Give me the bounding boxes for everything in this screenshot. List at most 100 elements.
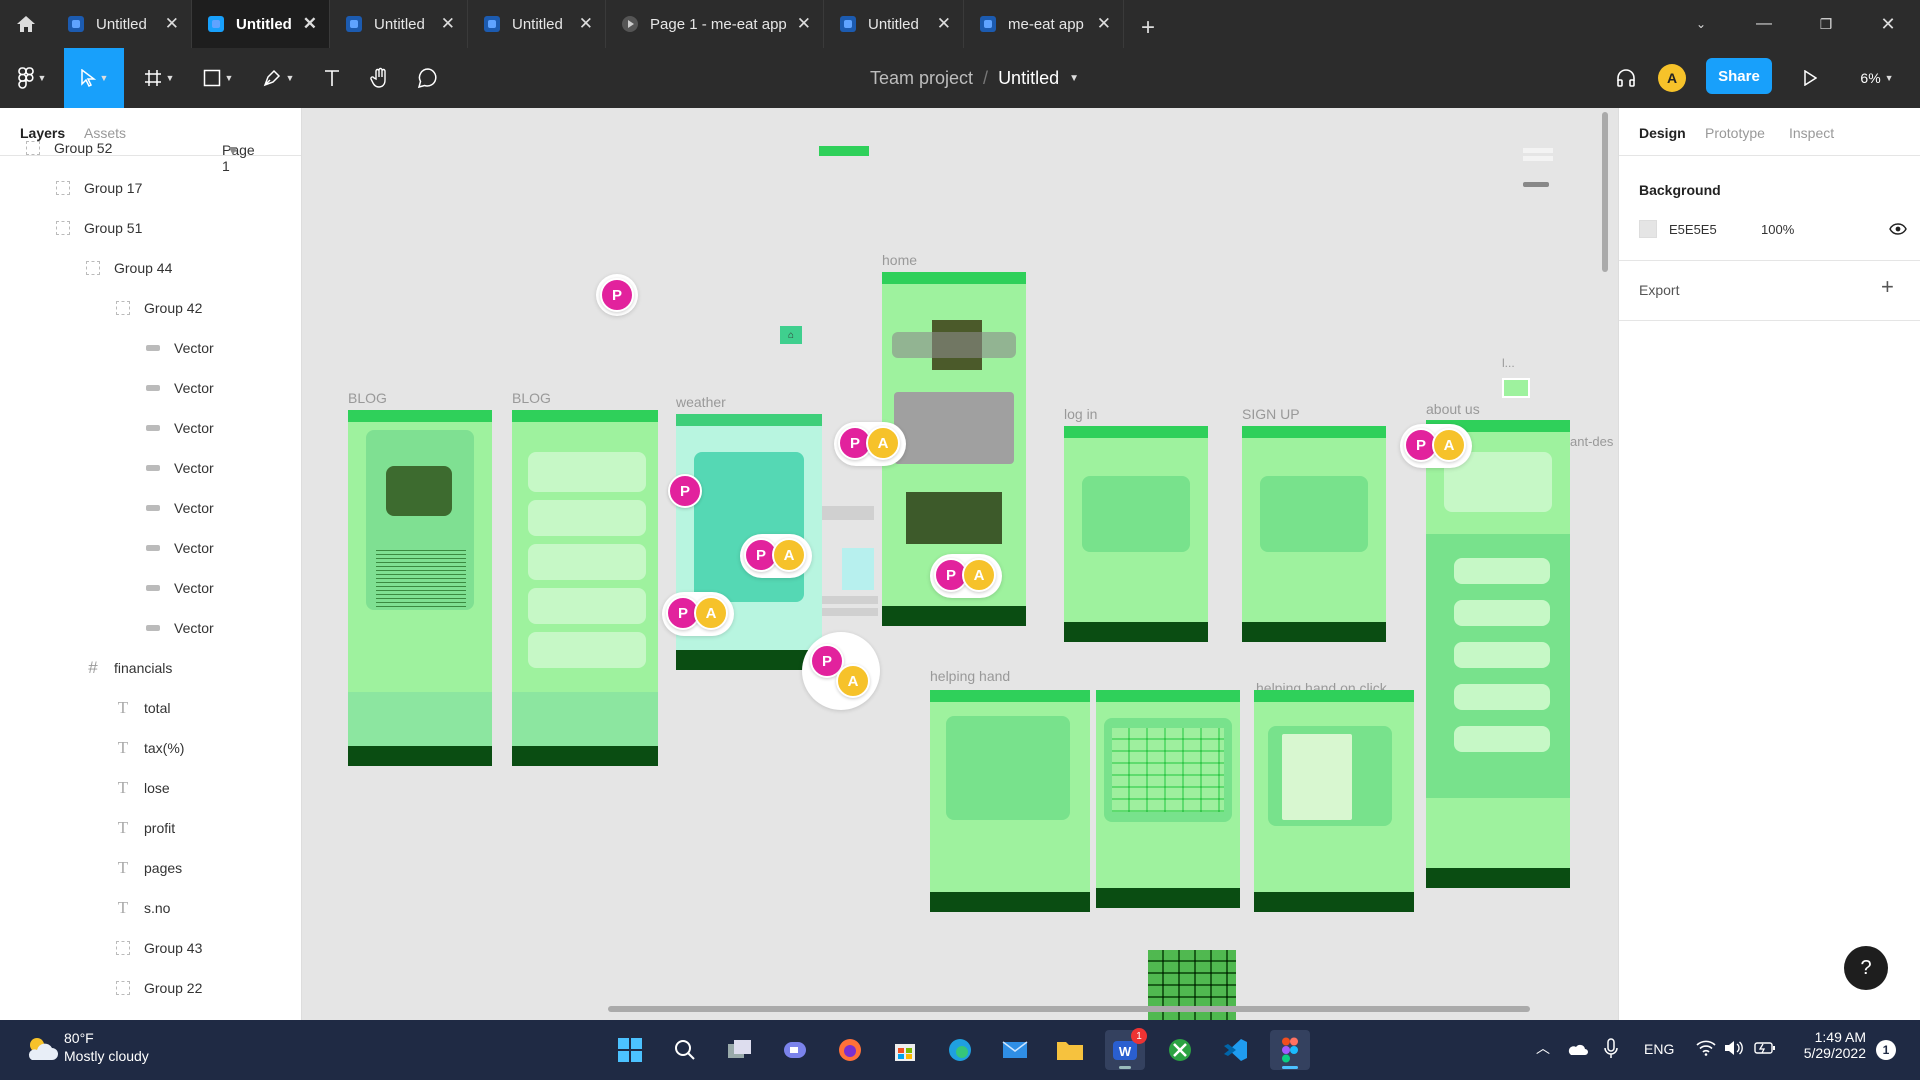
background-hex[interactable]: E5E5E5 — [1669, 222, 1761, 237]
store-button[interactable] — [885, 1030, 925, 1070]
helping-hand-click-frame[interactable] — [1254, 690, 1414, 912]
zoom-menu[interactable]: 6% ▼ — [1852, 48, 1902, 108]
frame-label-about[interactable]: about us — [1426, 401, 1480, 417]
teams-chat-button[interactable] — [775, 1030, 815, 1070]
tab-2[interactable]: Untitled ✕ — [192, 0, 330, 48]
layer-row[interactable]: Vector — [0, 528, 300, 568]
canvas-element[interactable] — [822, 506, 874, 520]
vertical-scrollbar[interactable] — [1602, 112, 1608, 272]
background-fill-row[interactable]: E5E5E5 100% — [1639, 220, 1907, 238]
task-view-button[interactable] — [720, 1030, 760, 1070]
layer-row[interactable]: Tprofit — [0, 808, 300, 848]
close-tab-icon[interactable]: ✕ — [165, 14, 179, 34]
file-name[interactable]: Untitled — [998, 68, 1059, 89]
tab-1[interactable]: Untitled ✕ — [52, 0, 192, 48]
home-button[interactable] — [0, 0, 52, 48]
wordweb-button[interactable]: W 1 — [1105, 1028, 1147, 1070]
text-tool-button[interactable] — [312, 48, 352, 108]
help-button[interactable]: ? — [1844, 946, 1888, 990]
frame-label-home[interactable]: home — [882, 252, 917, 268]
main-menu-button[interactable]: ▼ — [10, 48, 54, 108]
layer-row[interactable]: Vector — [0, 368, 300, 408]
battery-icon[interactable] — [1754, 1040, 1776, 1056]
frame-tool-button[interactable]: ▼ — [134, 48, 184, 108]
layer-row[interactable]: Group 43 — [0, 928, 300, 968]
layer-row[interactable]: Vector — [0, 328, 300, 368]
financials-frame[interactable] — [1096, 690, 1240, 908]
chevron-down-icon[interactable]: ▼ — [1069, 73, 1079, 84]
blog-frame-2[interactable] — [512, 410, 658, 766]
file-explorer-button[interactable] — [1050, 1030, 1090, 1070]
frame-label-blog-2[interactable]: BLOG — [512, 390, 551, 406]
user-avatar-button[interactable]: A — [1655, 48, 1689, 108]
frame-label-login[interactable]: log in — [1064, 406, 1097, 422]
shape-tool-button[interactable]: ▼ — [193, 48, 243, 108]
onedrive-cloud-icon[interactable] — [1566, 1042, 1588, 1056]
layer-row[interactable]: # financials — [0, 648, 300, 688]
hand-tool-button[interactable] — [360, 48, 400, 108]
frame-label-blog-1[interactable]: BLOG — [348, 390, 387, 406]
present-button[interactable] — [1790, 48, 1830, 108]
layer-row[interactable]: Vector — [0, 608, 300, 648]
audio-chat-button[interactable] — [1606, 48, 1646, 108]
frame-label-ant[interactable]: ant-des — [1570, 434, 1613, 449]
background-opacity[interactable]: 100% — [1761, 222, 1794, 237]
weather-widget[interactable]: 80°F Mostly cloudy — [24, 1030, 149, 1065]
login-frame[interactable] — [1064, 426, 1208, 642]
canvas-element[interactable] — [822, 596, 878, 604]
tab-design[interactable]: Design — [1639, 125, 1686, 141]
clock[interactable]: 1:49 AM 5/29/2022 — [1790, 1029, 1866, 1061]
tab-prototype[interactable]: Prototype — [1705, 125, 1765, 141]
close-tab-icon[interactable]: ✕ — [937, 14, 951, 34]
helping-hand-frame[interactable] — [930, 690, 1090, 912]
layer-row[interactable]: Vector — [0, 488, 300, 528]
layer-row[interactable]: Group 51 — [0, 208, 300, 248]
frame-label-helping[interactable]: helping hand — [930, 668, 1010, 684]
file-title[interactable]: Team project / Untitled ▼ — [870, 48, 1079, 108]
share-button[interactable]: Share — [1706, 58, 1772, 94]
horizontal-scrollbar[interactable] — [608, 1006, 1530, 1012]
layer-row[interactable]: Ttotal — [0, 688, 300, 728]
firefox-button[interactable] — [830, 1030, 870, 1070]
edge-button[interactable] — [940, 1030, 980, 1070]
design-canvas[interactable]: ⌂ l... BLOG BLOG weather home log in SIG… — [302, 108, 1618, 1020]
signup-frame[interactable] — [1242, 426, 1386, 642]
tray-chevron-up-icon[interactable]: ︿ — [1536, 1038, 1550, 1058]
tab-4[interactable]: Untitled ✕ — [468, 0, 606, 48]
layer-row[interactable]: Vector — [0, 448, 300, 488]
layer-row[interactable]: Group 42 — [0, 288, 300, 328]
layer-row[interactable]: Group 52 — [0, 128, 300, 168]
home-mini-icon[interactable]: ⌂ — [780, 326, 802, 344]
layer-row[interactable]: Group 22 — [0, 968, 300, 1008]
canvas-element[interactable] — [842, 548, 874, 590]
layer-row[interactable]: Group 17 — [0, 168, 300, 208]
move-tool-button[interactable]: ▼ — [64, 48, 124, 108]
close-tab-icon[interactable]: ✕ — [797, 14, 811, 34]
xbox-button[interactable] — [1160, 1030, 1200, 1070]
pen-tool-button[interactable]: ▼ — [253, 48, 303, 108]
color-swatch[interactable] — [1639, 220, 1657, 238]
close-window-button[interactable]: ✕ — [1860, 0, 1916, 48]
layer-row[interactable]: Ttax(%) — [0, 728, 300, 768]
close-tab-icon[interactable]: ✕ — [1097, 14, 1111, 34]
microphone-icon[interactable] — [1604, 1038, 1618, 1060]
canvas-element[interactable] — [822, 608, 878, 616]
blog-frame-1[interactable] — [348, 410, 492, 766]
layer-row[interactable]: Vector — [0, 408, 300, 448]
wifi-icon[interactable] — [1696, 1040, 1716, 1056]
tab-inspect[interactable]: Inspect — [1789, 125, 1834, 141]
volume-icon[interactable] — [1724, 1040, 1744, 1056]
notification-center-badge[interactable]: 1 — [1876, 1040, 1896, 1060]
language-indicator[interactable]: ENG — [1644, 1041, 1674, 1057]
comment-tool-button[interactable] — [408, 48, 448, 108]
about-frame[interactable] — [1426, 420, 1570, 888]
add-export-plus-icon[interactable]: + — [1881, 274, 1894, 300]
layer-row[interactable]: Group 44 — [0, 248, 300, 288]
frame-label-dots[interactable]: l... — [1502, 356, 1515, 370]
mail-button[interactable] — [995, 1030, 1035, 1070]
tab-6[interactable]: Untitled ✕ — [824, 0, 964, 48]
figma-taskbar-button[interactable] — [1270, 1030, 1310, 1070]
logo-mini-frame[interactable] — [819, 146, 869, 156]
tab-7[interactable]: me-eat app ✕ — [964, 0, 1124, 48]
layer-row[interactable]: Ts.no — [0, 888, 300, 928]
